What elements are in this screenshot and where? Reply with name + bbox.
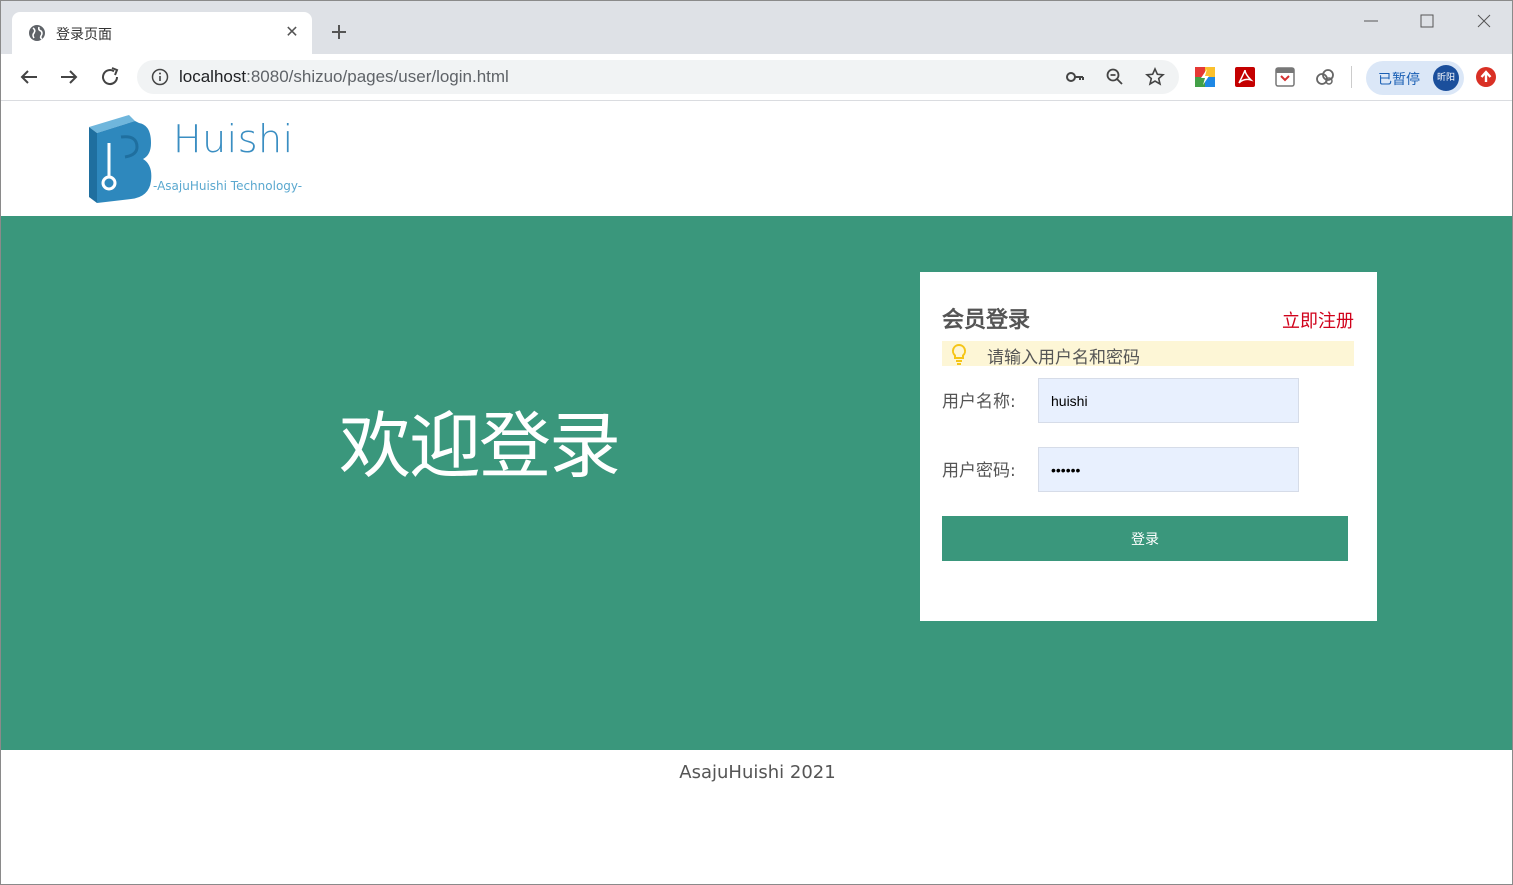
globe-icon [29, 25, 45, 41]
site-header: Huishi -AsajuHuishi Technology- [1, 101, 1512, 216]
site-footer: AsajuHuishi 2021 [1, 750, 1512, 884]
key-icon[interactable] [1065, 67, 1085, 87]
maximize-icon[interactable] [1417, 11, 1437, 31]
browser-toolbar: localhost:8080/shizuo/pages/user/login.h… [1, 54, 1512, 101]
pdf-icon[interactable] [1234, 66, 1256, 88]
pocket-icon[interactable] [1274, 66, 1296, 88]
welcome-banner: 欢迎登录 会员登录 立即注册 请输入用户名和密码 用户名称: 用户密码: 登录 [1, 216, 1512, 750]
page-content: Huishi -AsajuHuishi Technology- 欢迎登录 会员登… [1, 101, 1512, 884]
login-title: 会员登录 [942, 308, 1031, 333]
password-field[interactable] [1038, 447, 1299, 492]
toolbar-divider [1351, 66, 1352, 88]
login-button[interactable]: 登录 [942, 516, 1348, 561]
back-icon[interactable] [17, 65, 41, 89]
logo-text: Huishi [173, 117, 294, 161]
url-path: :8080/shizuo/pages/user/login.html [246, 67, 509, 86]
username-field[interactable] [1038, 378, 1299, 423]
browser-window: 登录页面 ✕ localhost:8080/shizuo/pages/user/… [0, 0, 1513, 885]
login-panel: 会员登录 立即注册 请输入用户名和密码 用户名称: 用户密码: 登录 [920, 272, 1377, 621]
browser-tab[interactable]: 登录页面 ✕ [12, 12, 312, 54]
extension-colorful-icon[interactable] [1194, 66, 1216, 88]
profile-status: 已暂停 [1378, 72, 1420, 88]
hint-banner: 请输入用户名和密码 [942, 341, 1354, 368]
minimize-icon[interactable] [1361, 11, 1381, 31]
tab-strip: 登录页面 ✕ [1, 1, 1512, 54]
tab-close-icon[interactable]: ✕ [282, 22, 302, 42]
avatar: 昕阳 [1433, 65, 1459, 91]
star-icon[interactable] [1145, 67, 1165, 87]
address-bar[interactable]: localhost:8080/shizuo/pages/user/login.h… [137, 60, 1179, 94]
lightbulb-icon [951, 343, 967, 365]
forward-icon[interactable] [57, 65, 81, 89]
url-text: localhost:8080/shizuo/pages/user/login.h… [179, 67, 509, 87]
info-icon[interactable] [151, 68, 169, 86]
logo-subtitle: -AsajuHuishi Technology- [153, 179, 303, 193]
profile-button[interactable]: 已暂停 昕阳 [1366, 61, 1464, 95]
update-icon[interactable] [1475, 66, 1497, 88]
tab-title: 登录页面 [56, 27, 112, 43]
password-label: 用户密码: [942, 461, 1016, 481]
footer-text: AsajuHuishi 2021 [679, 762, 836, 783]
reload-icon[interactable] [98, 65, 122, 89]
url-host: localhost [179, 67, 247, 86]
window-close-icon[interactable] [1474, 11, 1494, 31]
new-tab-icon[interactable] [327, 20, 351, 44]
hint-text: 请输入用户名和密码 [987, 348, 1140, 368]
register-link[interactable]: 立即注册 [1282, 307, 1354, 333]
username-label: 用户名称: [942, 392, 1016, 412]
extension-link-icon[interactable] [1314, 66, 1336, 88]
logo-book-icon [89, 115, 152, 203]
welcome-heading: 欢迎登录 [339, 404, 621, 488]
zoom-icon[interactable] [1105, 67, 1125, 87]
